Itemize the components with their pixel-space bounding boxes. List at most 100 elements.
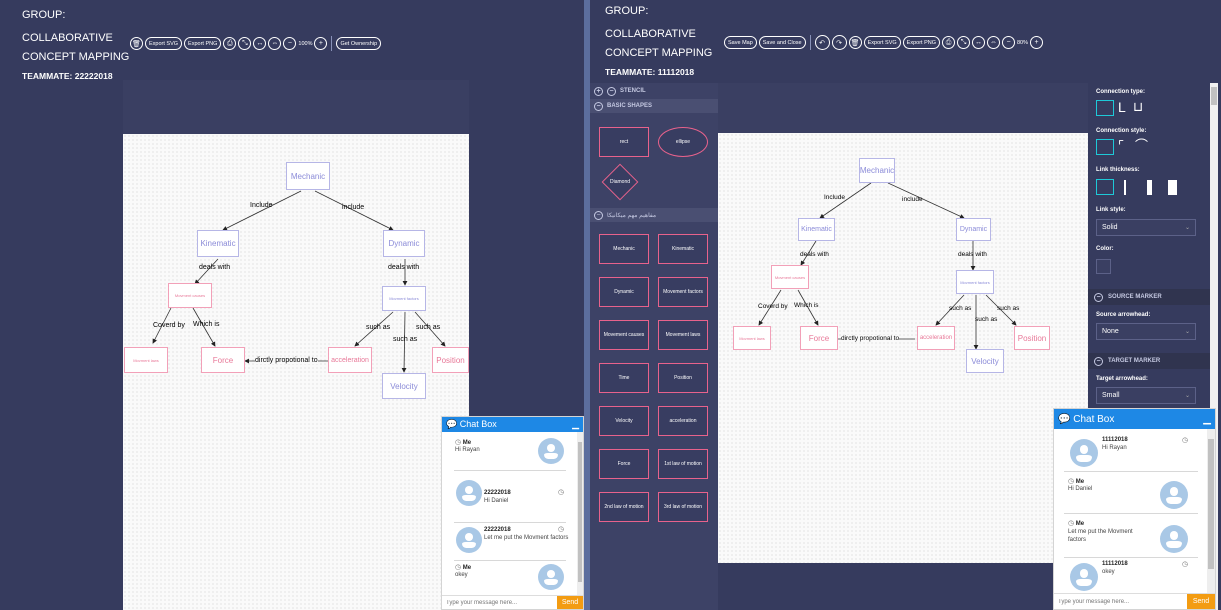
- link-label-proportional: dirctly propotional to: [841, 335, 900, 342]
- stencil-diamond[interactable]: Diamond: [601, 163, 639, 201]
- stencil-concept[interactable]: 2nd law of motion: [599, 492, 649, 522]
- expand-all-icon[interactable]: +: [594, 86, 603, 96]
- message-text: Let me put the Movment factors: [1068, 529, 1133, 543]
- connection-style-rounded-icon[interactable]: ⌜: [1118, 138, 1124, 154]
- chat-scrollbar[interactable]: [577, 432, 583, 596]
- chat-scrollbar[interactable]: [1207, 429, 1215, 594]
- node-movement-causes[interactable]: Movment causes: [771, 265, 809, 289]
- node-movement-causes[interactable]: Movment causes: [168, 283, 212, 308]
- node-dynamic[interactable]: Dynamic: [956, 218, 991, 241]
- thickness-extra-thick[interactable]: [1168, 180, 1177, 195]
- node-velocity[interactable]: Velocity: [966, 349, 1004, 373]
- chat-message: 11112018 Hi Rayan ◷: [1054, 435, 1208, 473]
- connect-icon[interactable]: ⤡: [957, 36, 970, 49]
- target-marker-section[interactable]: − TARGET MARKER: [1088, 353, 1210, 369]
- link-label-deals-with: deals with: [958, 251, 987, 258]
- thickness-thick[interactable]: [1147, 180, 1152, 195]
- zoom-out-icon[interactable]: −: [283, 37, 297, 50]
- thickness-medium[interactable]: [1124, 180, 1126, 195]
- connection-style-square[interactable]: [1096, 139, 1114, 155]
- node-dynamic[interactable]: Dynamic: [383, 230, 425, 257]
- concepts-header[interactable]: − مفاهيم مهم ميكانيكا: [590, 208, 718, 222]
- node-kinematic[interactable]: Kinematic: [798, 218, 835, 241]
- node-mechanic[interactable]: Mechanic: [859, 158, 895, 183]
- node-force[interactable]: Force: [800, 326, 838, 350]
- zoom-out-icon[interactable]: −: [1002, 36, 1015, 49]
- node-position[interactable]: Position: [1014, 326, 1050, 350]
- print-icon[interactable]: ⎙: [223, 37, 237, 50]
- export-svg-button[interactable]: Export SVG: [863, 36, 901, 49]
- export-svg-button[interactable]: Export SVG: [145, 37, 183, 50]
- stencil-concept[interactable]: Movement factors: [658, 277, 708, 307]
- minimize-icon[interactable]: ▁: [572, 419, 579, 430]
- stencil-concept[interactable]: Velocity: [599, 406, 649, 436]
- source-arrowhead-select[interactable]: None ⌄: [1096, 323, 1196, 340]
- thickness-thin[interactable]: [1096, 179, 1114, 195]
- node-movement-laws[interactable]: Movment laws: [733, 326, 771, 350]
- chat-message-input[interactable]: [442, 596, 557, 609]
- send-button[interactable]: Send: [557, 596, 583, 609]
- stencil-concept[interactable]: acceleration: [658, 406, 708, 436]
- collapse-all-icon[interactable]: −: [607, 86, 616, 96]
- source-marker-section[interactable]: − SOURCE MARKER: [1088, 289, 1210, 305]
- stencil-concept[interactable]: Movement causes: [599, 320, 649, 350]
- send-button[interactable]: Send: [1187, 594, 1215, 609]
- target-arrowhead-label: Target arrowhead:: [1096, 376, 1148, 382]
- stencil-concept[interactable]: Mechanic: [599, 234, 649, 264]
- connection-style-curved-icon[interactable]: ⌒: [1135, 138, 1148, 154]
- collapse-icon: −: [594, 101, 603, 111]
- save-close-button[interactable]: Save and Close: [758, 36, 806, 49]
- node-mechanic[interactable]: Mechanic: [286, 162, 330, 190]
- concept-map-canvas[interactable]: Mechanic Kinematic Dynamic Movment cause…: [718, 133, 1088, 563]
- sender-name: Me: [1075, 479, 1085, 485]
- stencil-ellipse[interactable]: ellipse: [658, 127, 708, 157]
- expand-icon[interactable]: ⇔: [987, 36, 1000, 49]
- stencil-concept[interactable]: Kinematic: [658, 234, 708, 264]
- redo-icon[interactable]: ↷: [831, 35, 847, 50]
- minimize-icon[interactable]: ▁: [1203, 414, 1211, 425]
- connection-type-u-icon[interactable]: ⊔: [1133, 99, 1143, 115]
- print-icon[interactable]: ⎙: [942, 36, 955, 49]
- delete-icon[interactable]: 🗑: [130, 37, 143, 50]
- stencil-concept[interactable]: Dynamic: [599, 277, 649, 307]
- node-position[interactable]: Position: [432, 347, 469, 373]
- export-png-button[interactable]: Export PNG: [902, 36, 940, 49]
- connection-type-straight[interactable]: [1096, 100, 1114, 116]
- stencil-rect[interactable]: rect: [599, 127, 649, 157]
- fit-width-icon[interactable]: ↔: [972, 36, 985, 49]
- stencil-concept[interactable]: Time: [599, 363, 649, 393]
- node-acceleration[interactable]: acceleration: [917, 326, 955, 350]
- node-movement-factors[interactable]: Movment factors: [956, 270, 994, 294]
- stencil-concept[interactable]: Movement laws: [658, 320, 708, 350]
- zoom-in-icon[interactable]: +: [314, 37, 328, 50]
- stencil-concept[interactable]: 1st law of motion: [658, 449, 708, 479]
- export-png-button[interactable]: Export PNG: [184, 37, 222, 50]
- stencil-concept[interactable]: Position: [658, 363, 708, 393]
- connect-icon[interactable]: ⤡: [238, 37, 252, 50]
- zoom-in-icon[interactable]: +: [1030, 36, 1044, 49]
- delete-icon[interactable]: 🗑: [848, 36, 862, 49]
- node-acceleration[interactable]: acceleration: [328, 347, 372, 373]
- fit-width-icon[interactable]: ↔: [253, 37, 267, 50]
- link-style-select[interactable]: Solid ⌄: [1096, 219, 1196, 236]
- stencil-concept[interactable]: Force: [599, 449, 649, 479]
- node-movement-laws[interactable]: Movment laws: [124, 347, 168, 373]
- expand-icon[interactable]: ⇔: [268, 37, 282, 50]
- avatar: [456, 527, 482, 553]
- node-movement-factors[interactable]: Movment factors: [382, 286, 426, 311]
- node-kinematic[interactable]: Kinematic: [197, 230, 239, 257]
- connection-type-elbow-icon[interactable]: L: [1118, 99, 1126, 115]
- stencil-concept[interactable]: 3rd law of motion: [658, 492, 708, 522]
- basic-shapes-header[interactable]: − BASIC SHAPES: [590, 99, 718, 113]
- undo-icon[interactable]: ↶: [814, 35, 830, 50]
- chat-message-input[interactable]: [1054, 594, 1187, 609]
- node-force[interactable]: Force: [201, 347, 245, 373]
- clock-icon: ◷: [455, 564, 462, 571]
- target-arrowhead-select[interactable]: Small ⌄: [1096, 387, 1196, 404]
- map-toolbar: Save Map Save and Close ↶ ↷ 🗑 Export SVG…: [724, 35, 1044, 50]
- save-map-button[interactable]: Save Map: [724, 36, 757, 49]
- node-velocity[interactable]: Velocity: [382, 373, 426, 399]
- get-ownership-button[interactable]: Get Ownership: [336, 37, 382, 50]
- color-swatch[interactable]: [1096, 259, 1111, 274]
- concept-map-canvas[interactable]: Mechanic Kinematic Dynamic Movment cause…: [123, 134, 469, 610]
